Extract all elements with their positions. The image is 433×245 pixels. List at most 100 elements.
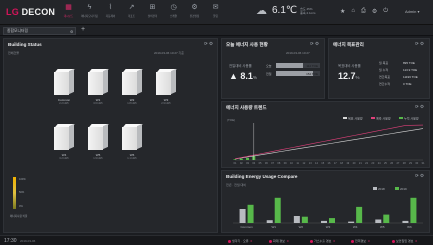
- nav-label: 리포트: [127, 15, 136, 18]
- refresh-settings-icons[interactable]: ⟳ ⚙: [415, 173, 424, 179]
- alarm-dot-icon: [228, 239, 231, 243]
- x-tick-label: 12: [302, 161, 305, 165]
- x-tick-label: 25: [384, 161, 387, 165]
- usage-bar: 154 TOE: [276, 71, 320, 76]
- gear-icon[interactable]: ⚙: [70, 29, 73, 34]
- dashboard-select[interactable]: 종합모니터링 ⚙: [3, 27, 76, 35]
- temperature: 6.1℃: [272, 5, 298, 16]
- dashboard-name: 종합모니터링: [7, 29, 28, 33]
- status-bar: 17:30 2019-03-06 냉각기 · 오류 0 화재 경보 0 가스누출 경보 0…: [0, 235, 433, 245]
- refresh-settings-icons[interactable]: ⟳ ⚙: [415, 41, 424, 47]
- power-icon[interactable]: ⏻: [383, 8, 388, 15]
- building-cube[interactable]: [156, 68, 177, 95]
- x-tick-label: 21: [359, 161, 362, 165]
- top-bar: LG DECON ▦ 대시보드 ϟ 에너지모니터링 ⌇ 자동제어 ↗ 리포트 ⊞ 설비관리 ◷ 스케줄…: [0, 0, 433, 25]
- x-tick-label: 08: [277, 161, 280, 165]
- building-value: 2.2 kWh: [59, 102, 69, 105]
- x-tick-label: 24: [378, 161, 381, 165]
- category-label: W3: [326, 225, 331, 229]
- bar-prev: [375, 219, 382, 223]
- home-icon[interactable]: ⌂: [351, 8, 355, 15]
- x-tick-label: 06: [265, 161, 268, 165]
- legend-label: 예측 사용량: [376, 116, 391, 121]
- x-tick-label: 20: [353, 161, 356, 165]
- alarm-item[interactable]: 보안침입 경보 0: [392, 239, 417, 243]
- panel-date: 2019-03-06 10:27 기준: [154, 51, 185, 55]
- cloud-icon: ☁: [256, 5, 267, 17]
- building-cube[interactable]: [88, 68, 109, 95]
- alarm-count: 0: [368, 239, 370, 243]
- panel-subtitle: 전체건물: [8, 51, 20, 55]
- bar-curr: [356, 206, 363, 223]
- alarm-item[interactable]: 전력경보 0: [351, 239, 370, 243]
- building-cube[interactable]: [122, 123, 143, 150]
- bar-value: 114 TOE: [306, 63, 318, 68]
- bar-prev: [321, 220, 327, 223]
- refresh-settings-icons[interactable]: ⟳ ⚙: [415, 104, 424, 110]
- print-icon[interactable]: ⎙: [361, 8, 366, 15]
- nav-item[interactable]: ◷ 스케줄: [163, 2, 184, 24]
- alarm-item[interactable]: 냉각기 · 오류 0: [228, 239, 252, 243]
- bar-prev: [239, 209, 246, 223]
- target-row-label: 월 누적: [379, 68, 389, 72]
- usage-legend-bar: [13, 177, 16, 209]
- refresh-settings-icons[interactable]: ⟳ ⚙: [310, 41, 319, 47]
- nav-item[interactable]: ✉ 알림: [205, 2, 226, 24]
- today-usage-panel: 오늘 에너지 사용 현황 2019-03-06 10:27 ⟳ ⚙ 전일대비 사…: [221, 38, 325, 99]
- nav-item[interactable]: ↗ 리포트: [121, 2, 142, 24]
- actual-bar: [233, 159, 237, 160]
- settings-icon[interactable]: ⚙: [372, 8, 377, 15]
- category-label: W1: [271, 225, 276, 229]
- bar-curr: [329, 218, 335, 223]
- clock-date: 2019-03-06: [20, 239, 36, 243]
- building-value: 1.8 kWh: [127, 102, 137, 105]
- nav-item[interactable]: ⊞ 설비관리: [142, 2, 163, 24]
- bar-prev: [402, 220, 409, 223]
- legend-label: 2019: [400, 187, 407, 191]
- alarm-item[interactable]: 화재 경보 0: [269, 239, 289, 243]
- panel-title: Building Status: [8, 42, 42, 47]
- nav-item[interactable]: ⌇ 자동제어: [100, 2, 121, 24]
- building-cube[interactable]: [54, 68, 75, 95]
- alarm-dot-icon: [392, 239, 395, 243]
- x-tick-label: 28: [403, 161, 406, 165]
- target-row-label: 연간목표: [379, 75, 391, 79]
- legend-label: 누적 사용량: [404, 116, 419, 121]
- alarm-count: 0: [250, 239, 253, 243]
- series-line: [234, 124, 424, 160]
- x-tick-label: 05: [259, 161, 262, 165]
- panel-title: Building Energy Usage Compare: [226, 174, 298, 179]
- nav-icon: ✉: [212, 4, 219, 11]
- x-tick-label: 15: [321, 161, 324, 165]
- app-logo[interactable]: LG DECON: [6, 7, 55, 17]
- kpi-label: 목표대비 사용률: [338, 64, 361, 68]
- alarm-item[interactable]: 가스누출 경보 0: [310, 239, 335, 243]
- target-row-label: 월 목표: [379, 61, 389, 65]
- legend-swatch: [395, 187, 399, 190]
- nav-label: 스케줄: [169, 15, 178, 18]
- legend-label: 2018: [378, 187, 385, 191]
- building-cube[interactable]: [88, 123, 109, 150]
- building-cube[interactable]: [122, 68, 143, 95]
- nav-icon: ⊞: [149, 4, 156, 11]
- alarm-label: 화재 경보: [273, 239, 285, 243]
- refresh-settings-icons[interactable]: ⟳ ⚙: [204, 41, 213, 47]
- user-menu[interactable]: Admin ▾: [405, 9, 419, 14]
- nav-item[interactable]: ⚙ 환경설정: [184, 2, 205, 24]
- favorite-icon[interactable]: ★: [340, 8, 345, 15]
- bar-prev: [293, 216, 300, 223]
- panel-title: 에너지 목표관리: [333, 42, 364, 47]
- add-dashboard-button[interactable]: +: [81, 26, 85, 33]
- nav-item[interactable]: ϟ 에너지모니터링: [79, 2, 100, 24]
- alarm-label: 가스누출 경보: [314, 239, 332, 243]
- category-label: W2: [299, 225, 304, 229]
- building-cube[interactable]: [54, 123, 75, 150]
- legend-low: 0%: [19, 205, 23, 208]
- nav-item[interactable]: ▦ 대시보드: [58, 2, 79, 24]
- nav-label: 설비관리: [147, 15, 158, 18]
- alarm-count: 0: [333, 239, 336, 243]
- alarm-dot-icon: [351, 239, 354, 243]
- nav-label: 알림: [213, 15, 218, 18]
- bar-curr: [247, 204, 254, 223]
- category-label: W6: [407, 225, 412, 229]
